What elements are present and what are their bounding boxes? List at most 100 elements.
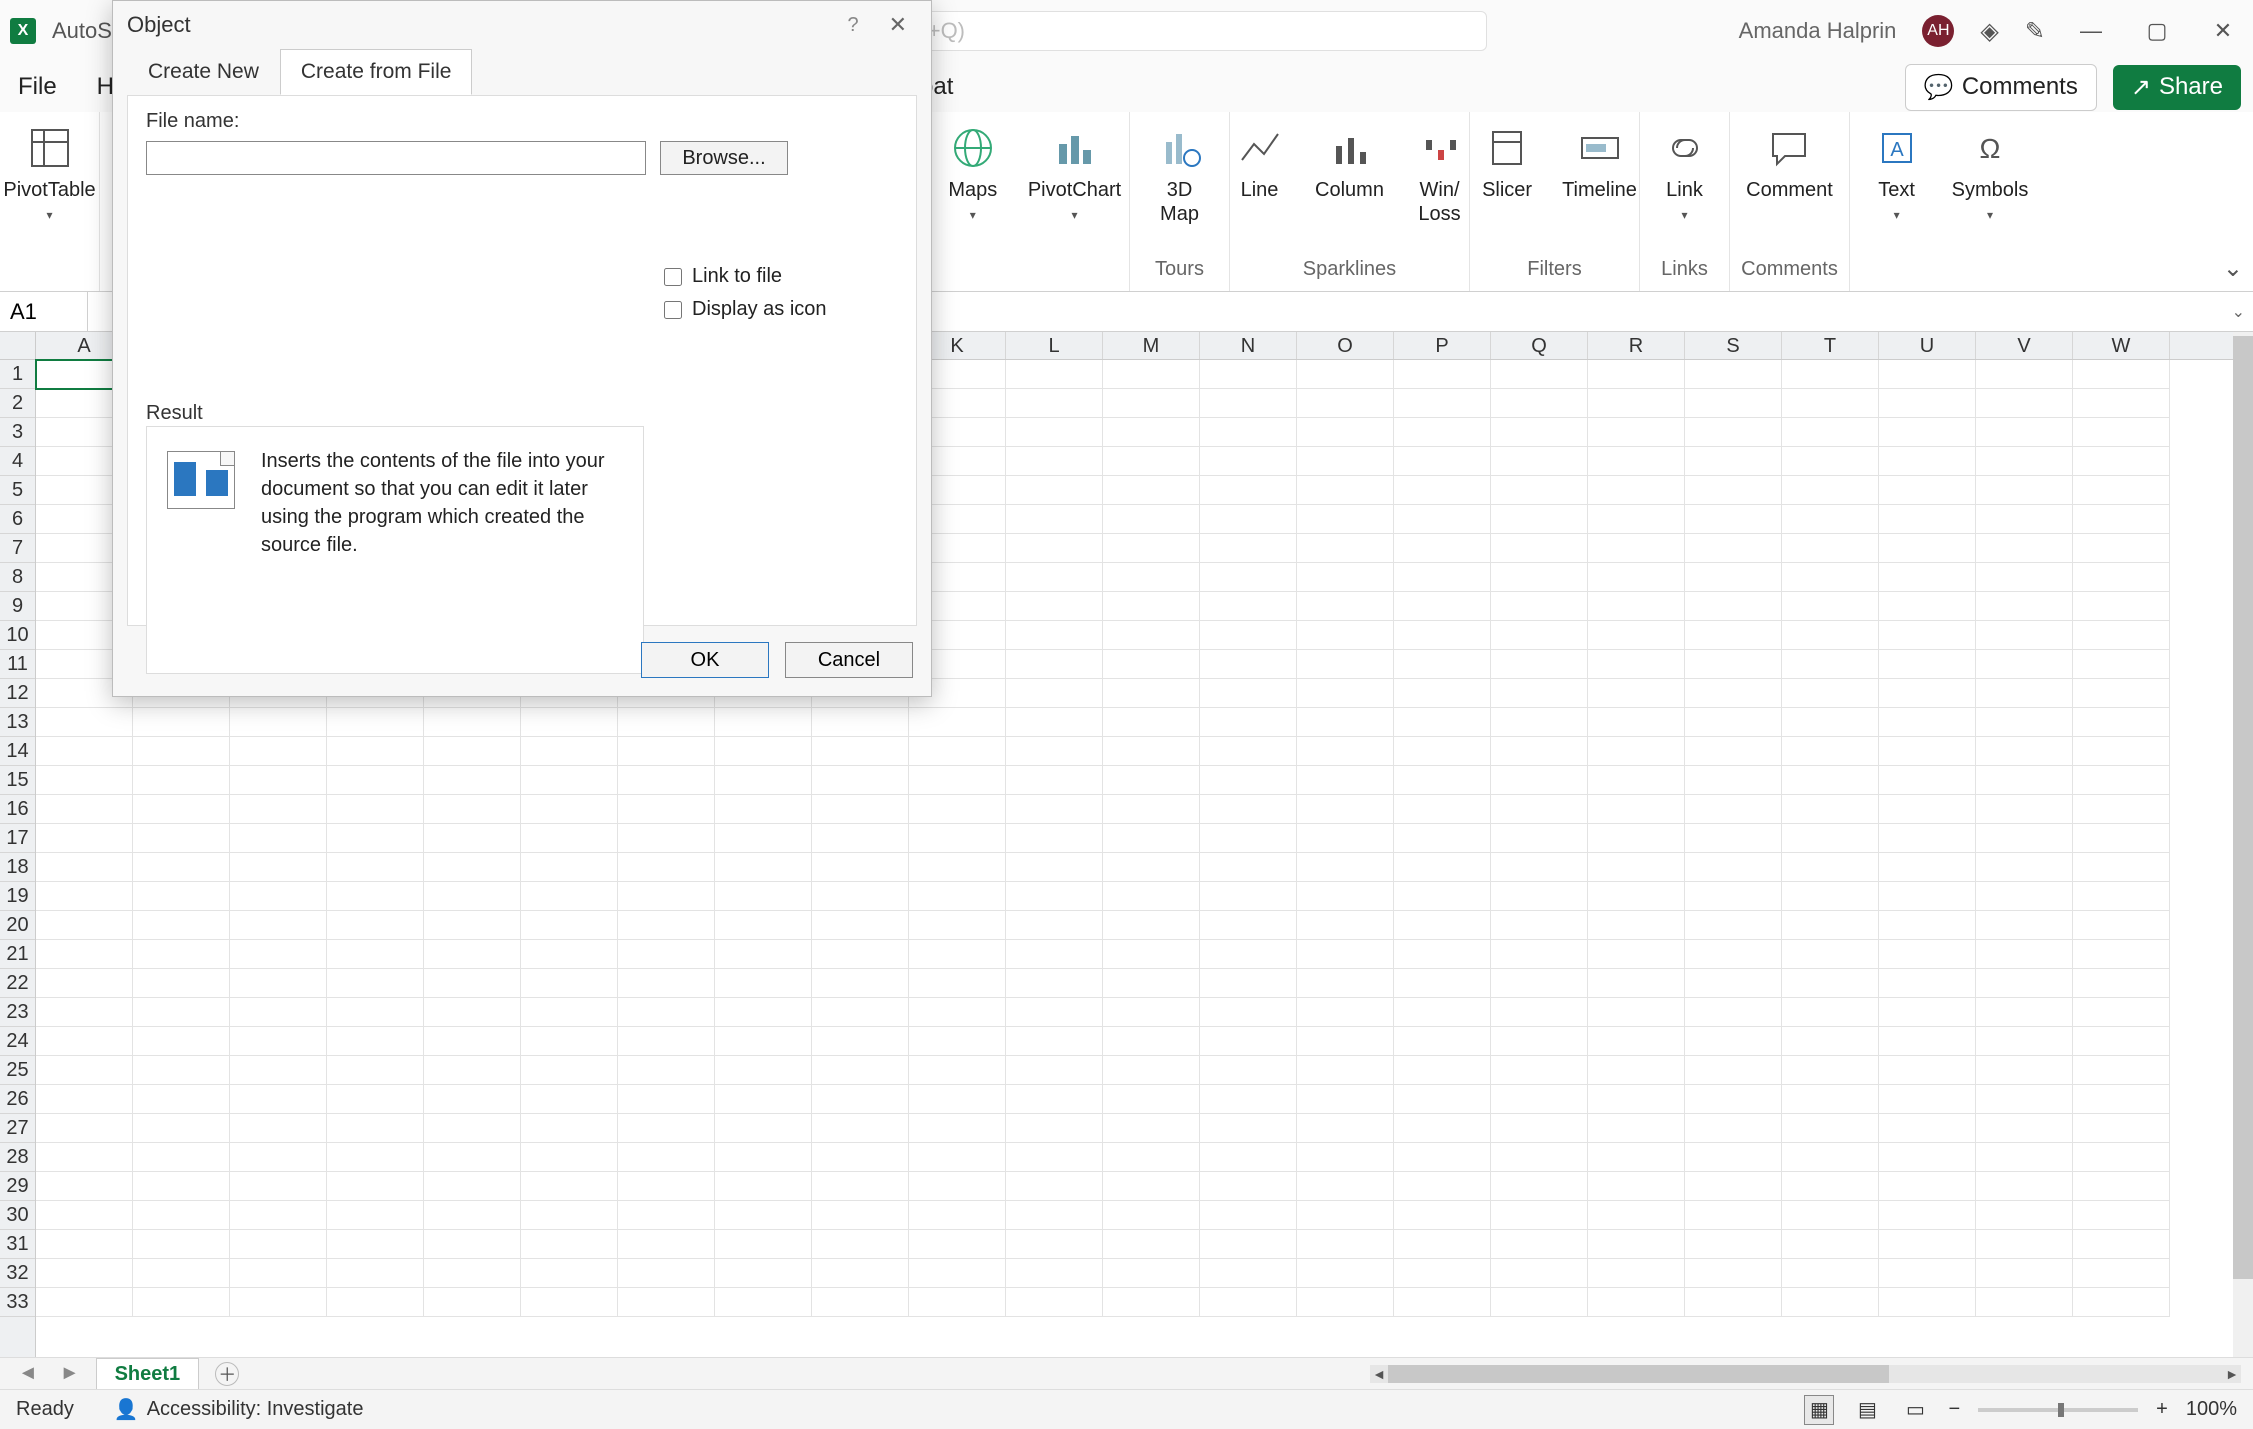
cell[interactable] (1782, 969, 1879, 998)
column-header[interactable]: S (1685, 332, 1782, 359)
cell[interactable] (1976, 1056, 2073, 1085)
cell[interactable] (1976, 795, 2073, 824)
cell[interactable] (1588, 940, 1685, 969)
tab-create-new[interactable]: Create New (127, 49, 280, 95)
ribbon-sparkline-winloss[interactable]: Win/ Loss (1405, 124, 1475, 226)
cell[interactable] (1006, 1172, 1103, 1201)
cell[interactable] (1782, 476, 1879, 505)
cell[interactable] (133, 1143, 230, 1172)
cell[interactable] (1685, 1143, 1782, 1172)
cell[interactable] (1782, 1085, 1879, 1114)
cell[interactable] (812, 824, 909, 853)
cell[interactable] (1588, 1288, 1685, 1317)
cell[interactable] (909, 824, 1006, 853)
cell[interactable] (1200, 998, 1297, 1027)
row-header[interactable]: 4 (0, 447, 35, 476)
cell[interactable] (1976, 969, 2073, 998)
cell[interactable] (1297, 795, 1394, 824)
cell[interactable] (230, 969, 327, 998)
cell[interactable] (1103, 1288, 1200, 1317)
cell[interactable] (1588, 650, 1685, 679)
cell[interactable] (1782, 853, 1879, 882)
cell[interactable] (1297, 1027, 1394, 1056)
cell[interactable] (909, 766, 1006, 795)
cell[interactable] (1103, 1230, 1200, 1259)
cell[interactable] (1588, 1085, 1685, 1114)
cell[interactable] (812, 969, 909, 998)
cell[interactable] (230, 795, 327, 824)
cell[interactable] (715, 969, 812, 998)
cell[interactable] (618, 1143, 715, 1172)
cell[interactable] (230, 1288, 327, 1317)
cell[interactable] (1103, 708, 1200, 737)
cell[interactable] (230, 853, 327, 882)
cell[interactable] (521, 766, 618, 795)
column-header[interactable]: Q (1491, 332, 1588, 359)
row-header[interactable]: 23 (0, 998, 35, 1027)
cell[interactable] (1103, 1114, 1200, 1143)
cell[interactable] (424, 969, 521, 998)
cell[interactable] (230, 911, 327, 940)
cell[interactable] (1394, 592, 1491, 621)
cell[interactable] (715, 1114, 812, 1143)
cell[interactable] (1200, 679, 1297, 708)
cell[interactable] (812, 766, 909, 795)
cell[interactable] (327, 737, 424, 766)
cell[interactable] (2073, 1259, 2170, 1288)
cell[interactable] (2073, 737, 2170, 766)
cell[interactable] (1491, 1259, 1588, 1288)
cell[interactable] (2073, 824, 2170, 853)
cell[interactable] (327, 882, 424, 911)
cell[interactable] (1103, 563, 1200, 592)
ribbon-slicer[interactable]: Slicer (1472, 124, 1542, 202)
cell[interactable] (1394, 534, 1491, 563)
cell[interactable] (1588, 766, 1685, 795)
cell[interactable] (36, 708, 133, 737)
cell[interactable] (36, 911, 133, 940)
cell[interactable] (1006, 621, 1103, 650)
cell[interactable] (1297, 998, 1394, 1027)
cell[interactable] (1976, 998, 2073, 1027)
cell[interactable] (715, 737, 812, 766)
cell[interactable] (521, 940, 618, 969)
cell[interactable] (715, 882, 812, 911)
cell[interactable] (1491, 360, 1588, 389)
cell[interactable] (1976, 824, 2073, 853)
cell[interactable] (1200, 592, 1297, 621)
cell[interactable] (1200, 476, 1297, 505)
cell[interactable] (133, 940, 230, 969)
cell[interactable] (812, 1230, 909, 1259)
cell[interactable] (36, 1085, 133, 1114)
cell[interactable] (1879, 1259, 1976, 1288)
cell[interactable] (1782, 650, 1879, 679)
cell[interactable] (2073, 1056, 2170, 1085)
cell[interactable] (1976, 911, 2073, 940)
cell[interactable] (1491, 795, 1588, 824)
cell[interactable] (1588, 563, 1685, 592)
cell[interactable] (1976, 1172, 2073, 1201)
cell[interactable] (1491, 766, 1588, 795)
cell[interactable] (618, 795, 715, 824)
cell[interactable] (812, 1056, 909, 1085)
cell[interactable] (1879, 1172, 1976, 1201)
cell[interactable] (2073, 1172, 2170, 1201)
cell[interactable] (133, 795, 230, 824)
cell[interactable] (1491, 592, 1588, 621)
dialog-help-icon[interactable]: ? (827, 14, 878, 37)
cell[interactable] (1103, 853, 1200, 882)
cell[interactable] (424, 882, 521, 911)
cell[interactable] (1006, 940, 1103, 969)
ribbon-pivottable[interactable]: PivotTable ▾ (3, 124, 95, 222)
cell[interactable] (1588, 1027, 1685, 1056)
cell[interactable] (715, 708, 812, 737)
cell[interactable] (1685, 1056, 1782, 1085)
cell[interactable] (1006, 737, 1103, 766)
cell[interactable] (133, 1027, 230, 1056)
column-header[interactable]: V (1976, 332, 2073, 359)
cell[interactable] (618, 1259, 715, 1288)
row-header[interactable]: 29 (0, 1172, 35, 1201)
cell[interactable] (1103, 1259, 1200, 1288)
cell[interactable] (230, 1056, 327, 1085)
cell[interactable] (1200, 418, 1297, 447)
cell[interactable] (1006, 1143, 1103, 1172)
